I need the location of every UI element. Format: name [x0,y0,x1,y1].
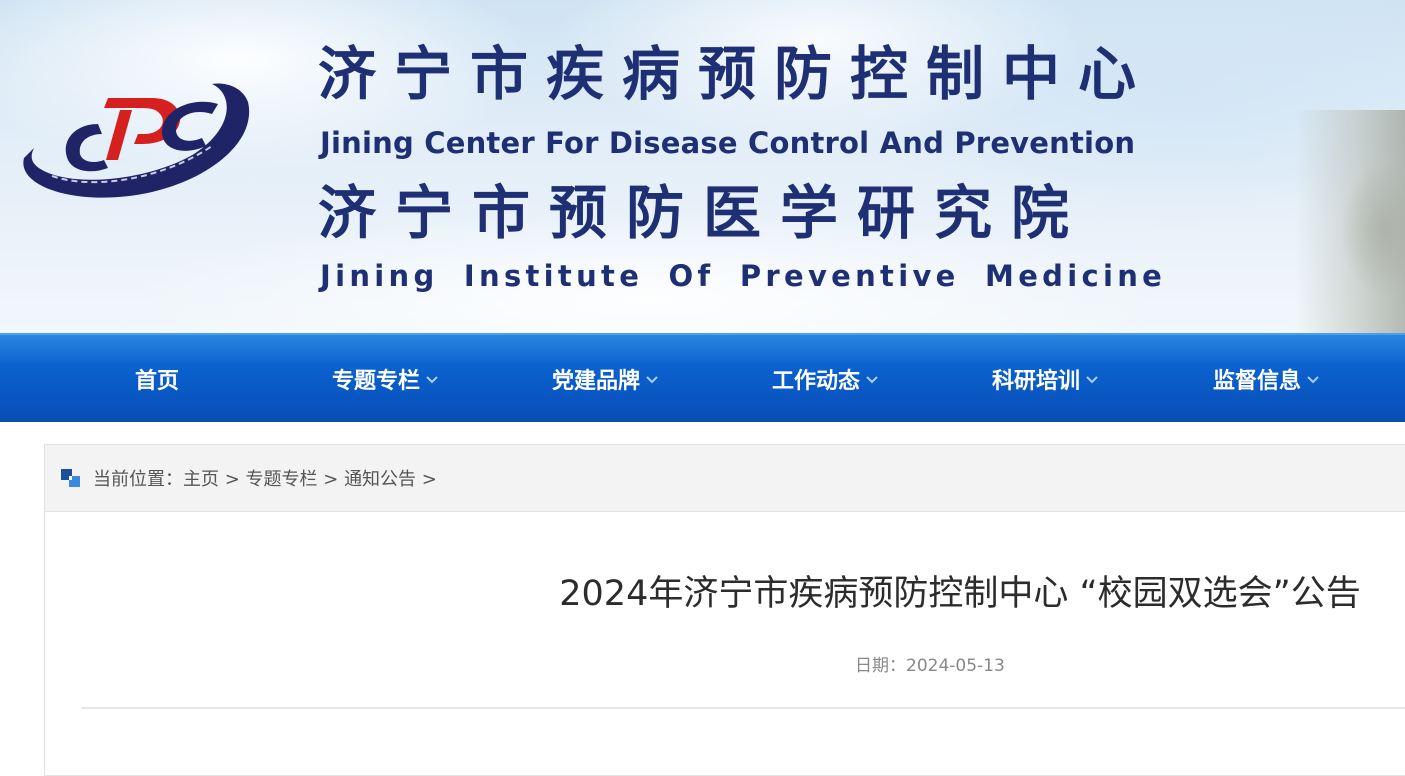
nav-item-label: 工作动态 [771,368,860,394]
article-title: 2024年济宁市疾病预防控制中心 “校园双选会”公告 [559,574,1361,614]
nav-item-party-building[interactable]: 党建品牌 [496,335,716,422]
breadcrumb-prefix: 当前位置： [93,469,183,490]
article-card: 当前位置：主页 > 专题专栏 > 通知公告 > 2024年济宁市疾病预防控制中心… [44,444,1405,776]
location-squares-icon [60,467,82,489]
nav-item-label: 专题专栏 [331,368,420,394]
breadcrumb: 当前位置：主页 > 专题专栏 > 通知公告 > [45,445,1405,512]
main-nav: 首页 专题专栏 党建品牌 工作动态 科研培训 监督信息 [0,333,1405,422]
title-divider [81,707,1405,709]
chevron-down-icon [1084,371,1100,387]
chevron-down-icon [1305,371,1321,387]
header-rock-decoration [1295,110,1405,333]
article-date-value: 2024-05-13 [906,656,1005,676]
chevron-down-icon [864,371,880,387]
chevron-down-icon [424,371,440,387]
nav-item-research-training[interactable]: 科研培训 [936,335,1156,422]
nav-item-special-topics[interactable]: 专题专栏 [276,335,496,422]
article-date: 日期：2024-05-13 [855,651,1005,676]
article-date-label: 日期： [855,656,906,676]
nav-item-label: 监督信息 [1212,368,1301,394]
nav-item-label: 首页 [134,368,179,394]
site-title-en: Jining Center For Disease Control And Pr… [320,126,1136,160]
breadcrumb-separator: > [317,469,345,490]
cdc-logo[interactable] [12,80,257,210]
site-subtitle-en: Jining Institute Of Preventive Medicine [320,259,1167,293]
breadcrumb-link-special-topics[interactable]: 专题专栏 [246,469,318,490]
nav-item-label: 科研培训 [991,368,1080,394]
breadcrumb-separator: > [416,469,437,490]
nav-item-supervision-info[interactable]: 监督信息 [1157,335,1377,422]
nav-item-label: 党建品牌 [551,368,640,394]
breadcrumb-link-notices[interactable]: 通知公告 [344,469,416,490]
site-subtitle-cn: 济宁市预防医学研究院 [318,179,1089,247]
breadcrumb-separator: > [219,469,246,490]
nav-item-work-news[interactable]: 工作动态 [716,335,936,422]
nav-item-home[interactable]: 首页 [47,335,267,422]
breadcrumb-link-home[interactable]: 主页 [183,469,219,490]
site-header: 济宁市疾病预防控制中心 Jining Center For Disease Co… [0,0,1405,333]
site-title-cn: 济宁市疾病预防控制中心 [318,40,1155,108]
chevron-down-icon [644,371,660,387]
